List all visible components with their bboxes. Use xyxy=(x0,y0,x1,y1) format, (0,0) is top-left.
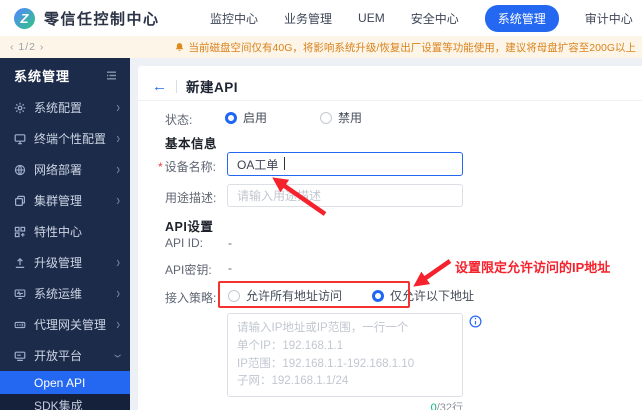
sidebar-item-terminal-custom-config[interactable]: 终端个性配置 › xyxy=(0,123,130,154)
radio-label: 允许所有地址访问 xyxy=(246,289,343,303)
sidebar-item-open-platform[interactable]: 开放平台 › xyxy=(0,340,130,371)
device-name-label: * 设备名称: xyxy=(158,160,217,174)
chevron-right-icon: › xyxy=(116,285,120,302)
page-title: 新建API xyxy=(186,80,239,95)
sidebar-item-upgrade-mgmt[interactable]: 升级管理 › xyxy=(0,247,130,278)
header-divider xyxy=(138,100,642,101)
nav-item-audit-center[interactable]: 审计中心 xyxy=(585,10,633,27)
nav-item-system-mgmt[interactable]: 系统管理 xyxy=(484,4,559,32)
sidebar-item-label: 集群管理 xyxy=(34,194,83,208)
primary-nav: 监控中心 业务管理 UEM 安全中心 系统管理 审计中心 xyxy=(210,0,633,36)
section-api-settings: API设置 xyxy=(165,220,214,234)
sidebar-item-network-deploy[interactable]: 网络部署 › xyxy=(0,154,130,185)
nav-item-business-mgmt[interactable]: 业务管理 xyxy=(284,10,332,27)
ops-monitor-icon xyxy=(14,288,26,299)
radio-unselected-icon xyxy=(228,289,240,302)
sidebar-item-label: 系统配置 xyxy=(34,101,83,115)
nav-item-monitor-center[interactable]: 监控中心 xyxy=(210,10,258,27)
app-window: Z 零信任控制中心 监控中心 业务管理 UEM 安全中心 系统管理 审计中心 ‹… xyxy=(0,0,642,410)
sidebar-item-feature-center[interactable]: 特性中心 xyxy=(0,216,130,247)
line-counter-total: /32行 xyxy=(436,402,463,410)
info-icon[interactable] xyxy=(469,315,482,328)
nav-item-security-center[interactable]: 安全中心 xyxy=(411,10,459,27)
monitor-icon xyxy=(14,133,26,144)
grid-icon xyxy=(14,226,26,237)
section-basic-info: 基本信息 xyxy=(165,137,218,151)
sidebar-item-label: 网络部署 xyxy=(34,163,83,177)
radio-selected-icon xyxy=(225,111,237,124)
chevron-right-icon: › xyxy=(116,254,120,271)
line-counter: 0/32行 xyxy=(227,399,463,410)
radio-enable[interactable]: 启用 xyxy=(225,109,267,126)
chevron-right-icon: › xyxy=(116,130,120,147)
sidebar-item-label: 开放平台 xyxy=(34,349,83,363)
platform-icon xyxy=(14,351,26,361)
annotation-text: 设置限定允许访问的IP地址 xyxy=(455,260,611,275)
bell-icon xyxy=(175,42,183,51)
sidebar-item-label: 终端个性配置 xyxy=(34,132,107,146)
sidebar-title: 系统管理 xyxy=(14,68,71,84)
text-caret xyxy=(284,157,285,170)
radio-label: 禁用 xyxy=(338,111,363,125)
sidebar-item-system-ops[interactable]: 系统运维 › xyxy=(0,278,130,309)
sidebar-item-label: 升级管理 xyxy=(34,256,83,270)
access-policy-radio-group: 允许所有地址访问 仅允许以下地址 xyxy=(228,287,474,304)
notice-pager[interactable]: ‹ 1/2 › xyxy=(10,41,44,53)
top-header: Z 零信任控制中心 监控中心 业务管理 UEM 安全中心 系统管理 审计中心 xyxy=(0,0,642,36)
globe-icon xyxy=(14,164,26,175)
radio-label: 启用 xyxy=(243,111,268,125)
disk-warning-text: 当前磁盘空间仅有40G，将影响系统升级/恢复出厂设置等功能使用，建议将母盘扩容至… xyxy=(188,41,636,54)
gear-icon xyxy=(14,102,26,113)
api-secret-value: - xyxy=(228,261,232,275)
notice-bar: ‹ 1/2 › 当前磁盘空间仅有40G，将影响系统升级/恢复出厂设置等功能使用，… xyxy=(0,36,642,58)
gateway-icon xyxy=(14,321,26,328)
sidebar-item-system-config[interactable]: 系统配置 › xyxy=(0,92,130,123)
usage-desc-label: 用途描述: xyxy=(165,191,217,205)
new-api-form-card: ← 新建API 状态: 启用 禁用 基本信息 * 设备名称: OA工单 用途描述… xyxy=(138,66,642,410)
chevron-down-icon: › xyxy=(109,353,127,358)
sidebar-item-cluster-mgmt[interactable]: 集群管理 › xyxy=(0,185,130,216)
main-area: ← 新建API 状态: 启用 禁用 基本信息 * 设备名称: OA工单 用途描述… xyxy=(130,58,642,410)
chevron-right-icon: › xyxy=(116,316,120,333)
radio-allow-listed[interactable]: 仅允许以下地址 xyxy=(372,287,474,304)
brand-logo-icon: Z xyxy=(14,7,35,29)
collapse-sidebar-icon[interactable] xyxy=(105,69,118,82)
usage-desc-input[interactable] xyxy=(227,184,463,207)
device-name-input[interactable] xyxy=(227,152,463,176)
chevron-right-icon: › xyxy=(116,161,120,178)
chevron-right-icon: › xyxy=(116,192,120,209)
ip-list-textarea[interactable] xyxy=(227,313,463,397)
sidebar: 系统管理 系统配置 › 终端个性配置 › 网络部署 › 集群管理 › 特性中心 … xyxy=(0,58,130,410)
upload-icon xyxy=(15,257,25,268)
sidebar-item-label: 特性中心 xyxy=(34,225,83,239)
radio-label: 仅允许以下地址 xyxy=(390,289,475,303)
radio-selected-icon xyxy=(372,289,385,302)
title-divider xyxy=(176,79,177,93)
status-radio-group: 启用 禁用 xyxy=(225,109,362,126)
radio-disable[interactable]: 禁用 xyxy=(320,109,362,126)
sidebar-item-label: 代理网关管理 xyxy=(34,318,107,332)
chevron-right-icon: › xyxy=(116,99,120,116)
api-secret-label: API密钥: xyxy=(165,263,212,277)
required-mark: * xyxy=(158,160,163,174)
radio-unselected-icon xyxy=(320,111,333,124)
layers-icon xyxy=(15,195,25,206)
sidebar-subitem-open-api[interactable]: Open API xyxy=(0,371,130,394)
open-platform-submenu: Open API SDK集成 xyxy=(0,371,130,410)
back-button[interactable]: ← xyxy=(152,79,167,94)
sidebar-subitem-sdk-integration[interactable]: SDK集成 xyxy=(0,394,130,410)
status-label: 状态: xyxy=(165,113,193,127)
api-id-value: - xyxy=(228,236,232,250)
nav-item-uem[interactable]: UEM xyxy=(358,11,385,25)
access-policy-label: 接入策略: xyxy=(165,291,217,305)
sidebar-item-label: 系统运维 xyxy=(34,287,83,301)
app-title: 零信任控制中心 xyxy=(44,10,160,28)
sidebar-item-proxy-gateway-mgmt[interactable]: 代理网关管理 › xyxy=(0,309,130,340)
radio-allow-all[interactable]: 允许所有地址访问 xyxy=(228,287,342,304)
api-id-label: API ID: xyxy=(165,236,204,250)
